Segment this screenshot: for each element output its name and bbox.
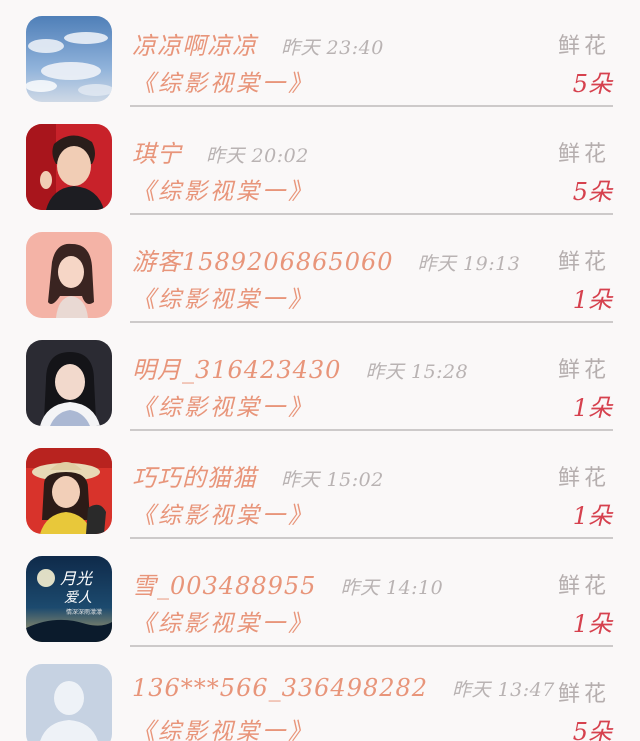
user-name[interactable]: 游客1589206865060: [132, 242, 394, 277]
divider: [130, 429, 613, 431]
gift-count: 1朵: [572, 502, 612, 530]
default-user-avatar-icon: [26, 664, 112, 741]
timestamp: 昨天 14:10: [340, 577, 444, 599]
man-photo-avatar-icon: [26, 124, 112, 210]
divider: [130, 213, 613, 215]
list-item[interactable]: 凉凉啊凉凉 昨天 23:40 鲜花 《综影视棠一》 5朵: [0, 0, 640, 108]
user-name[interactable]: 琪宁: [132, 134, 182, 169]
gift-count: 5朵: [572, 70, 612, 98]
woman-hat-avatar-icon: [26, 448, 112, 534]
timestamp: 昨天 19:13: [417, 253, 521, 275]
avatar[interactable]: [26, 232, 112, 318]
divider: [130, 321, 613, 323]
poster-title-a: 月光: [60, 569, 94, 588]
gift-count: 1朵: [572, 610, 612, 638]
user-name[interactable]: 雪_003488955: [132, 566, 316, 601]
avatar[interactable]: [26, 340, 112, 426]
gift-type-label: 鲜花: [557, 682, 610, 707]
gift-type-label: 鲜花: [557, 142, 610, 167]
user-name[interactable]: 136***566_336498282: [132, 674, 428, 702]
user-name[interactable]: 凉凉啊凉凉: [132, 26, 257, 61]
gift-type-label: 鲜花: [557, 574, 610, 599]
gift-type-label: 鲜花: [557, 466, 610, 491]
book-title[interactable]: 《综影视棠一》: [132, 388, 314, 422]
book-title[interactable]: 《综影视棠一》: [132, 280, 314, 314]
book-title[interactable]: 《综影视棠一》: [132, 712, 314, 741]
book-title[interactable]: 《综影视棠一》: [132, 604, 314, 638]
user-name[interactable]: 明月_316423430: [132, 350, 341, 385]
sky-clouds-avatar-icon: [26, 16, 112, 102]
moon-poster-avatar-icon: 月光 爱人 情深深雨濛濛: [26, 556, 112, 642]
avatar[interactable]: [26, 124, 112, 210]
timestamp: 昨天 20:02: [206, 145, 309, 167]
gift-type-label: 鲜花: [557, 358, 610, 383]
gift-count: 5朵: [572, 178, 612, 206]
timestamp: 昨天 15:02: [281, 469, 384, 491]
timestamp: 昨天 23:40: [281, 37, 384, 59]
gift-count: 1朵: [572, 394, 612, 422]
list-item[interactable]: 琪宁 昨天 20:02 鲜花 《综影视棠一》 5朵: [0, 108, 640, 216]
gift-type-label: 鲜花: [557, 250, 610, 275]
divider: [130, 537, 613, 539]
avatar[interactable]: [26, 448, 112, 534]
divider: [130, 105, 613, 107]
gift-type-label: 鲜花: [557, 34, 610, 59]
girl-photo-avatar-icon: [26, 340, 112, 426]
user-name[interactable]: 巧巧的猫猫: [132, 458, 257, 493]
divider: [130, 645, 613, 647]
poster-title-b: 爱人: [64, 590, 92, 606]
gift-count: 1朵: [572, 286, 612, 314]
list-item[interactable]: 月光 爱人 情深深雨濛濛 雪_003488955 昨天 14:10 鲜花 《综影…: [0, 540, 640, 648]
poster-subtitle: 情深深雨濛濛: [66, 608, 102, 616]
woman-photo-avatar-icon: [26, 232, 112, 318]
book-title[interactable]: 《综影视棠一》: [132, 172, 314, 206]
book-title[interactable]: 《综影视棠一》: [132, 496, 314, 530]
avatar[interactable]: 月光 爱人 情深深雨濛濛: [26, 556, 112, 642]
timestamp: 昨天 15:28: [365, 361, 469, 383]
avatar[interactable]: [26, 664, 112, 741]
gift-record-list: 凉凉啊凉凉 昨天 23:40 鲜花 《综影视棠一》 5朵 琪宁 昨天 20:02…: [0, 0, 640, 741]
list-item[interactable]: 明月_316423430 昨天 15:28 鲜花 《综影视棠一》 1朵: [0, 324, 640, 432]
timestamp: 昨天 13:47: [452, 679, 555, 701]
list-item[interactable]: 巧巧的猫猫 昨天 15:02 鲜花 《综影视棠一》 1朵: [0, 432, 640, 540]
list-item[interactable]: 游客1589206865060 昨天 19:13 鲜花 《综影视棠一》 1朵: [0, 216, 640, 324]
book-title[interactable]: 《综影视棠一》: [132, 64, 314, 98]
avatar[interactable]: [26, 16, 112, 102]
list-item[interactable]: 136***566_336498282 昨天 13:47 鲜花 《综影视棠一》 …: [0, 648, 640, 741]
gift-count: 5朵: [572, 718, 612, 741]
